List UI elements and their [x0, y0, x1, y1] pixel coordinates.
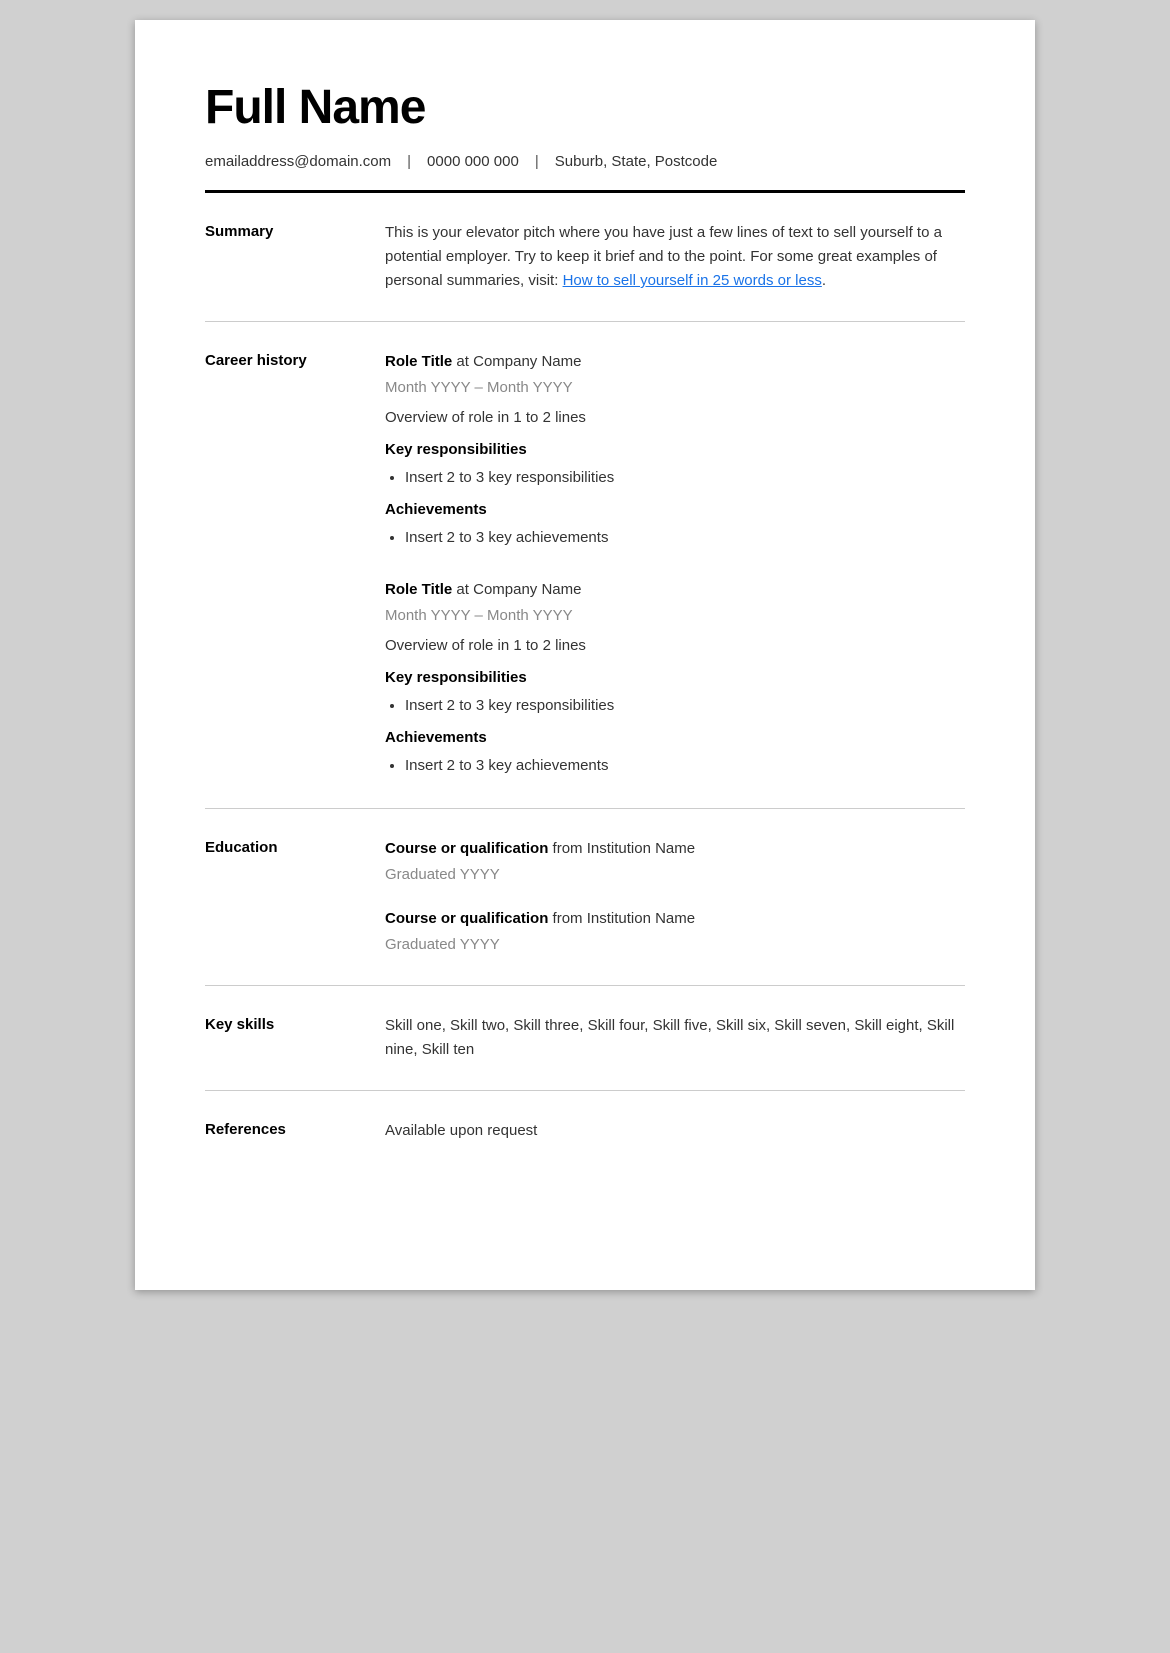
edu-institution-2: Institution Name: [587, 910, 695, 927]
career-history-label: Career history: [205, 350, 385, 780]
header: Full Name emailaddress@domain.com | 0000…: [205, 80, 965, 193]
resume-page: Full Name emailaddress@domain.com | 0000…: [135, 20, 1035, 1290]
key-skills-section: Key skills Skill one, Skill two, Skill t…: [205, 986, 965, 1091]
job-overview-2: Overview of role in 1 to 2 lines: [385, 634, 965, 658]
contact-row: emailaddress@domain.com | 0000 000 000 |…: [205, 153, 965, 170]
edu-title-line-1: Course or qualification from Institution…: [385, 837, 965, 861]
references-label: References: [205, 1119, 385, 1143]
achievement-item-1-0: Insert 2 to 3 key achievements: [405, 526, 965, 550]
edu-course-2: Course or qualification: [385, 910, 548, 927]
skills-text: Skill one, Skill two, Skill three, Skill…: [385, 1014, 965, 1062]
edu-from-1: from: [553, 840, 587, 857]
edu-block-2: Course or qualification from Institution…: [385, 907, 965, 957]
edu-from-2: from: [553, 910, 587, 927]
job-at-2: at: [456, 581, 473, 598]
separator-2: |: [535, 153, 539, 170]
key-skills-content: Skill one, Skill two, Skill three, Skill…: [385, 1014, 965, 1062]
responsibility-item-2-0: Insert 2 to 3 key responsibilities: [405, 694, 965, 718]
job-company-2: Company Name: [473, 581, 581, 598]
job-overview-1: Overview of role in 1 to 2 lines: [385, 406, 965, 430]
summary-content: This is your elevator pitch where you ha…: [385, 221, 965, 293]
job-responsibilities-heading-2: Key responsibilities: [385, 666, 965, 690]
job-block-2: Role Title at Company Name Month YYYY – …: [385, 578, 965, 778]
summary-text-after: .: [822, 272, 826, 289]
responsibility-item-1-0: Insert 2 to 3 key responsibilities: [405, 466, 965, 490]
references-content: Available upon request: [385, 1119, 965, 1143]
job-achievements-heading-2: Achievements: [385, 726, 965, 750]
summary-link[interactable]: How to sell yourself in 25 words or less: [563, 272, 822, 289]
career-history-content: Role Title at Company Name Month YYYY – …: [385, 350, 965, 780]
edu-graduated-2: Graduated YYYY: [385, 933, 965, 957]
job-responsibilities-list-2: Insert 2 to 3 key responsibilities: [405, 694, 965, 718]
job-dates-1: Month YYYY – Month YYYY: [385, 376, 965, 400]
education-label: Education: [205, 837, 385, 957]
job-company-1: Company Name: [473, 353, 581, 370]
job-achievements-list-2: Insert 2 to 3 key achievements: [405, 754, 965, 778]
job-title-line-1: Role Title at Company Name: [385, 350, 965, 374]
achievement-item-2-0: Insert 2 to 3 key achievements: [405, 754, 965, 778]
edu-graduated-1: Graduated YYYY: [385, 863, 965, 887]
education-section: Education Course or qualification from I…: [205, 809, 965, 986]
education-content: Course or qualification from Institution…: [385, 837, 965, 957]
key-skills-label: Key skills: [205, 1014, 385, 1062]
email: emailaddress@domain.com: [205, 153, 391, 170]
career-history-section: Career history Role Title at Company Nam…: [205, 322, 965, 809]
job-achievements-list-1: Insert 2 to 3 key achievements: [405, 526, 965, 550]
job-responsibilities-list-1: Insert 2 to 3 key responsibilities: [405, 466, 965, 490]
edu-block-1: Course or qualification from Institution…: [385, 837, 965, 887]
job-block-1: Role Title at Company Name Month YYYY – …: [385, 350, 965, 550]
summary-section: Summary This is your elevator pitch wher…: [205, 193, 965, 322]
full-name: Full Name: [205, 80, 965, 135]
summary-text: This is your elevator pitch where you ha…: [385, 221, 965, 293]
edu-institution-1: Institution Name: [587, 840, 695, 857]
edu-title-line-2: Course or qualification from Institution…: [385, 907, 965, 931]
job-dates-2: Month YYYY – Month YYYY: [385, 604, 965, 628]
references-text: Available upon request: [385, 1119, 965, 1143]
separator-1: |: [407, 153, 411, 170]
summary-label: Summary: [205, 221, 385, 293]
references-section: References Available upon request: [205, 1091, 965, 1171]
location: Suburb, State, Postcode: [555, 153, 718, 170]
job-title-line-2: Role Title at Company Name: [385, 578, 965, 602]
phone: 0000 000 000: [427, 153, 519, 170]
job-achievements-heading-1: Achievements: [385, 498, 965, 522]
job-role-1: Role Title: [385, 353, 452, 370]
edu-course-1: Course or qualification: [385, 840, 548, 857]
job-role-2: Role Title: [385, 581, 452, 598]
job-responsibilities-heading-1: Key responsibilities: [385, 438, 965, 462]
job-at-1: at: [456, 353, 473, 370]
